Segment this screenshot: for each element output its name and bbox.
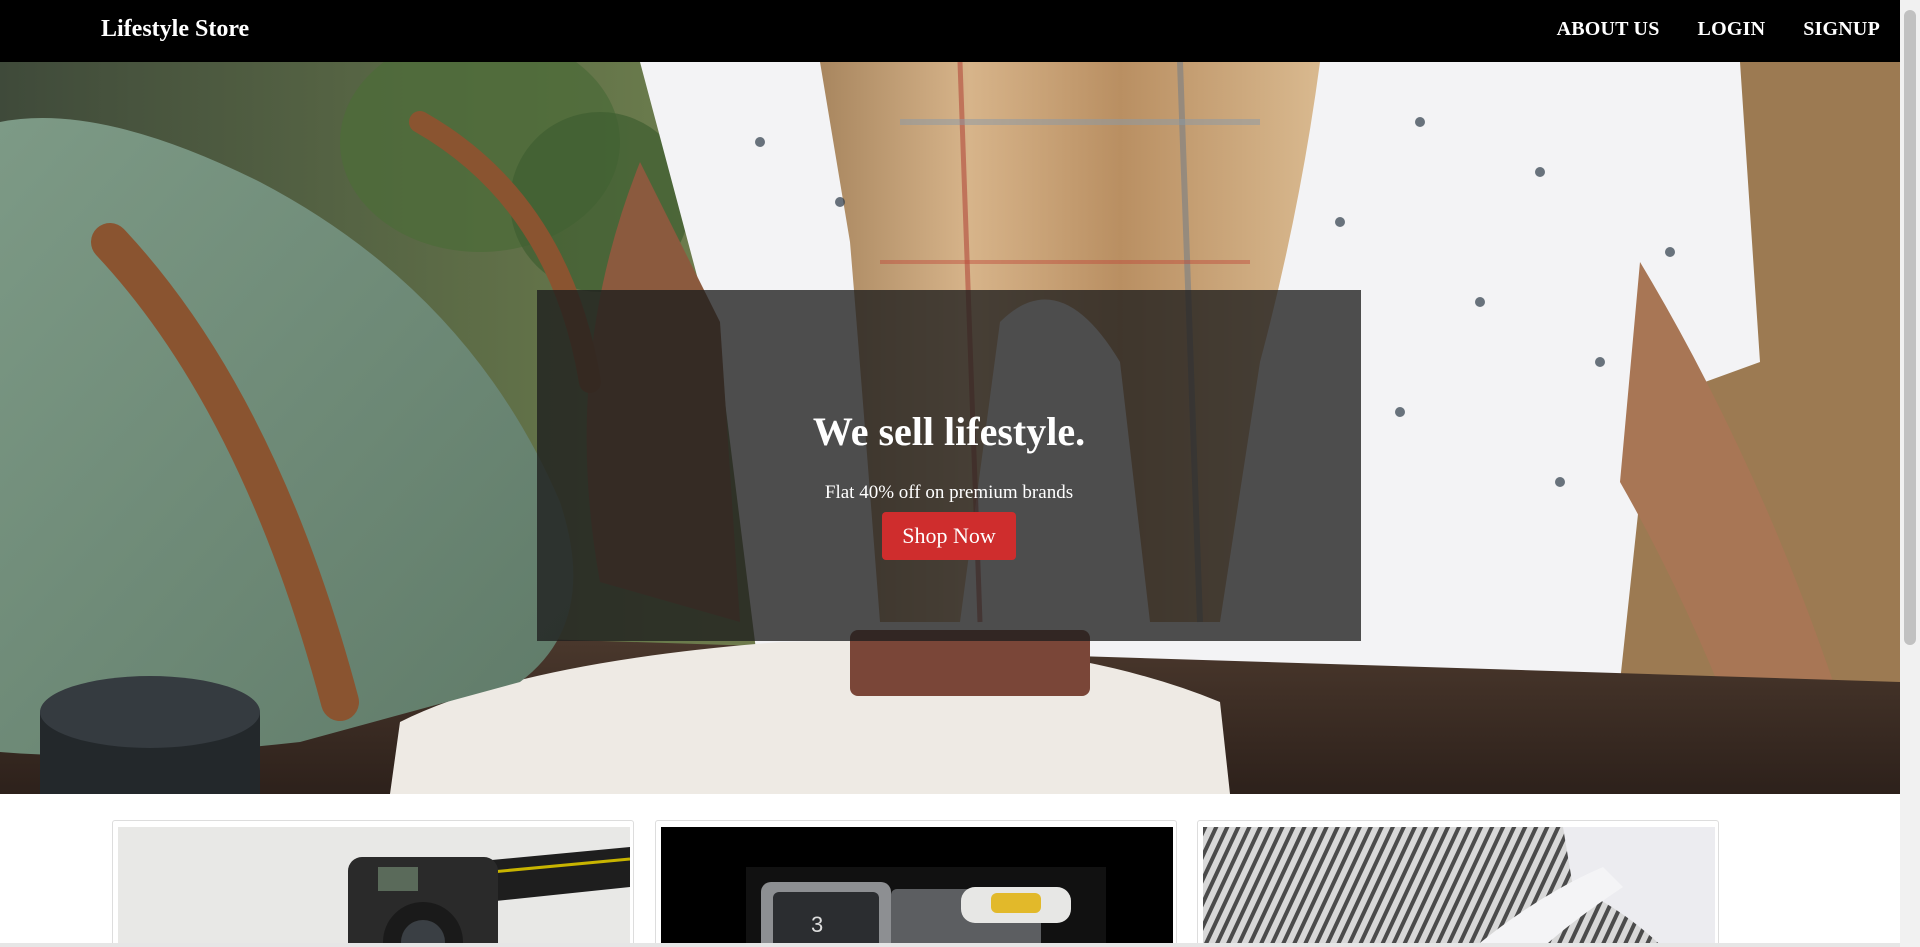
camera-photo [118, 827, 630, 947]
product-card-watch[interactable]: 3 [655, 820, 1177, 947]
nav-link-about-us[interactable]: ABOUT US [1557, 18, 1660, 41]
hero-title: We sell lifestyle. [812, 409, 1086, 454]
svg-text:3: 3 [811, 912, 823, 937]
brand-logo-link[interactable]: Lifestyle Store [101, 16, 249, 43]
page: Lifestyle Store ABOUT US LOGIN SIGNUP We… [0, 0, 1900, 947]
scrollbar-thumb[interactable] [1904, 10, 1916, 645]
hero-subtitle: Flat 40% off on premium brands [824, 482, 1074, 503]
nav-link-login[interactable]: LOGIN [1698, 18, 1766, 41]
shop-now-button[interactable]: Shop Now [882, 512, 1016, 560]
nav-link-signup[interactable]: SIGNUP [1803, 18, 1880, 41]
watch-photo: 3 [661, 827, 1173, 947]
vertical-scrollbar[interactable] [1900, 0, 1920, 947]
striped-shirt-photo [1203, 827, 1715, 947]
hero-banner: We sell lifestyle. Flat 40% off on premi… [0, 62, 1900, 794]
product-card-shirt[interactable] [1197, 820, 1719, 947]
product-cards: 3 [0, 820, 1900, 947]
hero-overlay-box: We sell lifestyle. Flat 40% off on premi… [537, 290, 1361, 641]
nav-links: ABOUT US LOGIN SIGNUP [1557, 18, 1880, 41]
navbar: Lifestyle Store ABOUT US LOGIN SIGNUP [0, 0, 1900, 62]
horizontal-scroll-track [0, 943, 1900, 947]
product-card-camera[interactable] [112, 820, 634, 947]
